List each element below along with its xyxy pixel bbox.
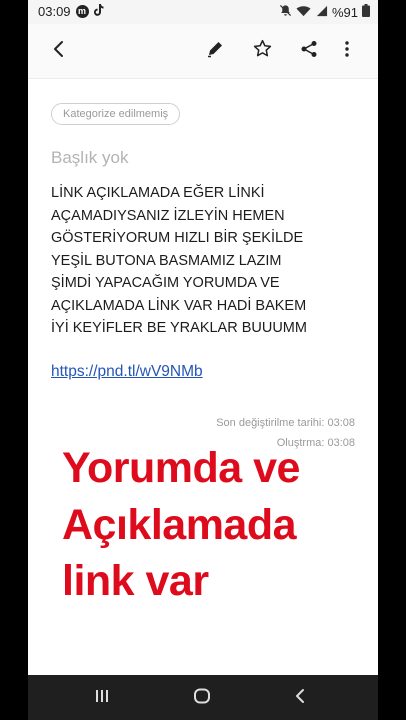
navigation-bar	[28, 675, 378, 720]
note-body-line: LİNK AÇIKLAMADA EĞER LİNKİ	[51, 185, 265, 201]
note-body-line: AÇIKLAMADA LİNK VAR HADİ BAKEM	[51, 297, 307, 314]
status-bar: 03:09 m %91	[28, 0, 378, 24]
nav-back-icon	[294, 688, 306, 709]
phone-screen: 03:09 m %91 Kategorize edilmemiş Başlık …	[28, 0, 378, 720]
status-time: 03:09	[38, 4, 71, 19]
tiktok-notification-icon	[93, 4, 104, 19]
more-options-button[interactable]	[332, 36, 362, 66]
back-arrow-icon	[51, 40, 65, 63]
category-chip[interactable]: Kategorize edilmemiş	[51, 103, 181, 125]
signal-icon	[315, 5, 328, 20]
favorite-button[interactable]	[247, 36, 277, 66]
modified-timestamp: Son değiştirilme tarihi: 03:08	[216, 417, 355, 429]
note-body-line: AÇAMADIYSANIZ İZLEYİN HEMEN	[51, 207, 285, 224]
pencil-icon	[206, 40, 224, 63]
note-body-line: ŞİMDİ YAPACAĞIM YORUMDA VE	[51, 275, 280, 291]
app-toolbar	[28, 24, 378, 78]
note-body-line: GÖSTERİYORUM HIZLI BİR ŞEKİLDE	[51, 230, 304, 246]
wifi-icon	[296, 5, 311, 20]
note-link[interactable]: https://pnd.tl/wV9NMb	[51, 363, 203, 381]
share-button[interactable]	[294, 36, 324, 66]
note-body-line: YEŞİL BUTONA BASMAMIZ LAZIM	[51, 252, 282, 269]
nav-back-button[interactable]	[288, 686, 312, 710]
more-vertical-icon	[344, 40, 350, 63]
recents-button[interactable]	[90, 686, 114, 710]
share-icon	[300, 40, 318, 63]
battery-icon	[362, 4, 370, 20]
back-button[interactable]	[43, 36, 73, 66]
note-title[interactable]: Başlık yok	[51, 148, 128, 168]
overlay-caption-line: Açıklamada	[62, 501, 297, 549]
overlay-caption-line: link var	[62, 557, 209, 605]
star-outline-icon	[253, 39, 272, 63]
edit-button[interactable]	[200, 36, 230, 66]
home-icon	[193, 687, 211, 710]
overlay-caption-line: Yorumda ve	[62, 444, 300, 492]
home-button[interactable]	[190, 686, 214, 710]
mute-icon	[279, 4, 292, 20]
recents-icon	[94, 688, 110, 709]
battery-percentage: %91	[331, 4, 358, 20]
messenger-notification-icon: m	[75, 5, 89, 18]
note-body[interactable]: LİNK AÇIKLAMADA EĞER LİNKİ AÇAMADIYSANIZ…	[51, 182, 351, 340]
note-body-line: İYİ KEYİFLER BE YRAKLAR BUUUMM	[51, 320, 307, 336]
